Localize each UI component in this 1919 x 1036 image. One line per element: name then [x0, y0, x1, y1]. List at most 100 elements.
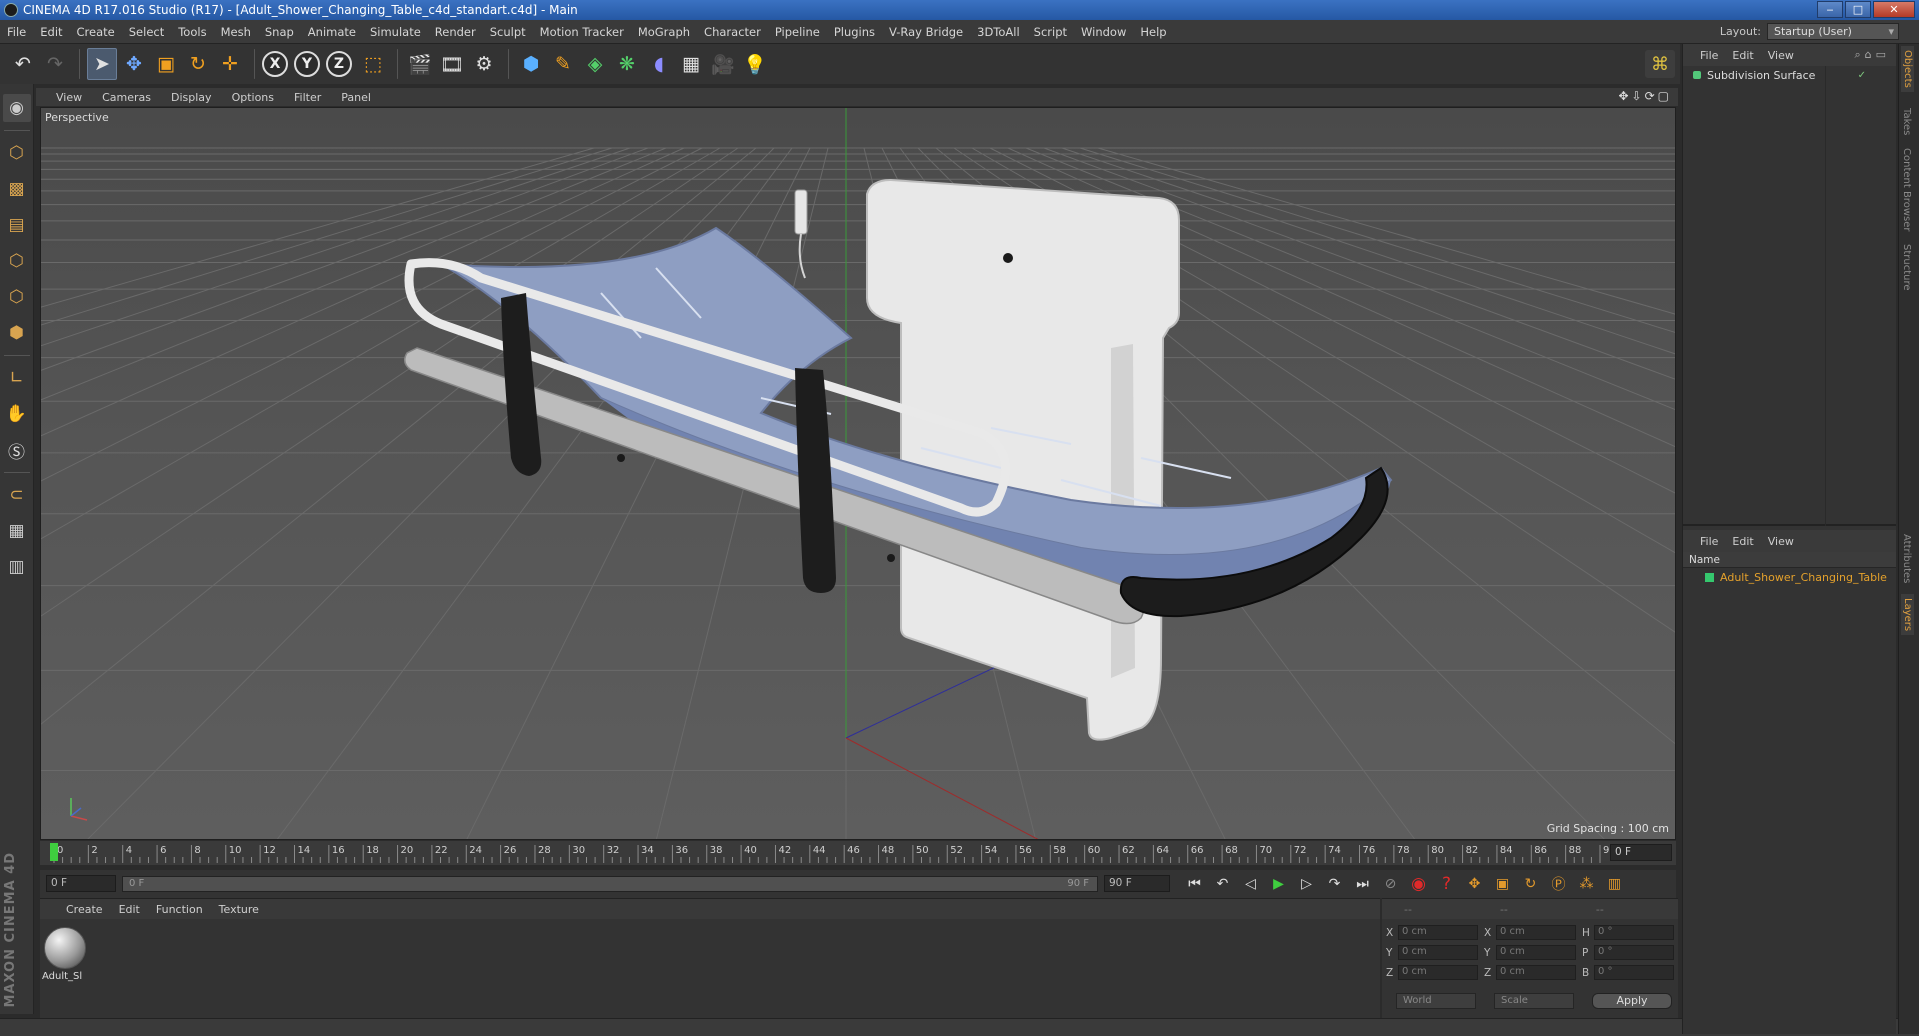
render-picture-viewer-icon[interactable]: 🎞: [437, 48, 467, 80]
magnet-icon[interactable]: ⊂: [3, 481, 31, 509]
workplane-lock-icon[interactable]: ▦: [3, 517, 31, 545]
objects-menu-file[interactable]: File: [1693, 49, 1725, 62]
axis-mode-icon[interactable]: ∟: [3, 364, 31, 392]
menu-file[interactable]: File: [0, 25, 33, 39]
rotation-h-field[interactable]: 0 °: [1594, 925, 1674, 940]
y-axis-lock-button[interactable]: Y: [294, 51, 320, 77]
perspective-viewport[interactable]: Perspective Grid Spacing : 100 cm: [40, 107, 1676, 840]
record-parameter-icon[interactable]: Ⓟ: [1546, 872, 1571, 896]
viewport-menu-display[interactable]: Display: [161, 91, 222, 104]
rotation-b-field[interactable]: 0 °: [1594, 965, 1674, 980]
record-active-objects-icon[interactable]: ◉: [1406, 872, 1431, 896]
light-icon[interactable]: 💡: [740, 48, 770, 80]
select-arrow-icon[interactable]: ➤: [87, 48, 117, 80]
timeline-ruler[interactable]: 0 2 4 6 8 10 12 14 16 18 20 22 24 26 28 30 32 34 36 38 40 42 4…: [40, 841, 1676, 865]
timeline-window-icon[interactable]: ▥: [1602, 872, 1627, 896]
viewport-menu-view[interactable]: View: [46, 91, 92, 104]
size-x-field[interactable]: 0 cm: [1496, 925, 1576, 940]
coordinate-space-dropdown[interactable]: World: [1396, 993, 1476, 1009]
menu-mograph[interactable]: MoGraph: [631, 25, 697, 39]
tweak-mode-icon[interactable]: ✋: [3, 400, 31, 428]
menu-script[interactable]: Script: [1027, 25, 1074, 39]
previous-key-icon[interactable]: ↶: [1210, 872, 1235, 896]
start-frame-field[interactable]: 0 F: [46, 875, 116, 892]
layers-menu-file[interactable]: File: [1693, 535, 1725, 548]
object-manager-search-icon[interactable]: ⌕⌂▭: [1847, 48, 1896, 62]
objects-menu-edit[interactable]: Edit: [1725, 49, 1760, 62]
pen-spline-icon[interactable]: ✎: [548, 48, 578, 80]
autokeying-icon[interactable]: ?: [1434, 872, 1459, 896]
move-icon[interactable]: ✥: [119, 48, 149, 80]
layers-menu-view[interactable]: View: [1761, 535, 1801, 548]
texture-mode-icon[interactable]: ▩: [3, 175, 31, 203]
close-button[interactable]: ✕: [1873, 1, 1915, 18]
keyframe-selection-icon[interactable]: ⊘: [1378, 872, 1403, 896]
timeline-playhead[interactable]: [50, 843, 58, 861]
tab-attributes[interactable]: Attributes: [1901, 534, 1912, 583]
scale-icon[interactable]: ▣: [151, 48, 181, 80]
layer-row[interactable]: Adult_Shower_Changing_Table: [1683, 568, 1896, 586]
menu-create[interactable]: Create: [70, 25, 122, 39]
model-mode-icon[interactable]: ⬡: [3, 139, 31, 167]
tab-content-browser[interactable]: Content Browser: [1901, 148, 1912, 231]
workplane-mode-icon[interactable]: ▤: [3, 211, 31, 239]
menu-simulate[interactable]: Simulate: [363, 25, 428, 39]
menu-character[interactable]: Character: [697, 25, 768, 39]
material-preview-swatch[interactable]: [44, 927, 86, 969]
floor-scene-icon[interactable]: ▦: [676, 48, 706, 80]
size-z-field[interactable]: 0 cm: [1496, 965, 1576, 980]
menu-motion-tracker[interactable]: Motion Tracker: [533, 25, 631, 39]
material-menu-edit[interactable]: Edit: [111, 903, 148, 916]
menu-plugins[interactable]: Plugins: [827, 25, 882, 39]
size-mode-dropdown[interactable]: Scale: [1494, 993, 1574, 1009]
tab-structure[interactable]: Structure: [1901, 244, 1912, 291]
go-to-end-icon[interactable]: ⏭: [1350, 872, 1375, 896]
object-enabled-check-icon[interactable]: ✓: [1858, 70, 1896, 81]
menu-render[interactable]: Render: [428, 25, 483, 39]
previous-frame-icon[interactable]: ◁: [1238, 872, 1263, 896]
material-menu-function[interactable]: Function: [148, 903, 211, 916]
menu-sculpt[interactable]: Sculpt: [483, 25, 533, 39]
coordinate-system-icon[interactable]: ⬚: [358, 48, 388, 80]
menu-tools[interactable]: Tools: [171, 25, 213, 39]
record-scale-icon[interactable]: ▣: [1490, 872, 1515, 896]
menu-window[interactable]: Window: [1074, 25, 1133, 39]
viewport-menu-options[interactable]: Options: [222, 91, 284, 104]
tab-objects[interactable]: Objects: [1901, 46, 1914, 92]
render-view-icon[interactable]: 🎬: [405, 48, 435, 80]
play-icon[interactable]: ▶: [1266, 872, 1291, 896]
menu-3dtoall[interactable]: 3DToAll: [970, 25, 1027, 39]
position-x-field[interactable]: 0 cm: [1398, 925, 1478, 940]
x-axis-lock-button[interactable]: X: [262, 51, 288, 77]
frame-range-slider[interactable]: 0 F 90 F: [122, 876, 1098, 892]
record-position-icon[interactable]: ✥: [1462, 872, 1487, 896]
next-frame-icon[interactable]: ▷: [1294, 872, 1319, 896]
make-editable-icon[interactable]: ◉: [2, 94, 31, 122]
menu-pipeline[interactable]: Pipeline: [768, 25, 827, 39]
current-frame-field[interactable]: 0 F: [1610, 844, 1672, 861]
menu-mesh[interactable]: Mesh: [214, 25, 258, 39]
tab-layers[interactable]: Layers: [1901, 594, 1914, 636]
mograph-cloner-icon[interactable]: ❋: [612, 48, 642, 80]
position-y-field[interactable]: 0 cm: [1398, 945, 1478, 960]
camera-icon[interactable]: 🎥: [708, 48, 738, 80]
layer-color-swatch[interactable]: [1705, 572, 1714, 582]
menu-help[interactable]: Help: [1133, 25, 1173, 39]
undo-icon[interactable]: ↶: [8, 48, 38, 80]
snap-icon[interactable]: Ⓢ: [3, 436, 31, 464]
polygons-mode-icon[interactable]: ⬢: [3, 319, 31, 347]
recent-tool-icon[interactable]: ✛: [215, 48, 245, 80]
viewport-navigation-icons[interactable]: ✥⇩⟳▢: [1618, 89, 1672, 103]
edges-mode-icon[interactable]: ⬡: [3, 283, 31, 311]
viewport-menu-cameras[interactable]: Cameras: [92, 91, 161, 104]
menu-vray-bridge[interactable]: V-Ray Bridge: [882, 25, 970, 39]
maximize-button[interactable]: □: [1845, 1, 1871, 18]
layout-select[interactable]: Startup (User): [1767, 23, 1899, 40]
apply-button[interactable]: Apply: [1592, 993, 1672, 1009]
deformer-icon[interactable]: ◖: [644, 48, 674, 80]
object-row[interactable]: Subdivision Surface ✓: [1683, 66, 1896, 84]
record-rotation-icon[interactable]: ↻: [1518, 872, 1543, 896]
end-frame-field[interactable]: 90 F: [1104, 875, 1170, 892]
objects-menu-view[interactable]: View: [1761, 49, 1801, 62]
tab-takes[interactable]: Takes: [1901, 108, 1912, 135]
